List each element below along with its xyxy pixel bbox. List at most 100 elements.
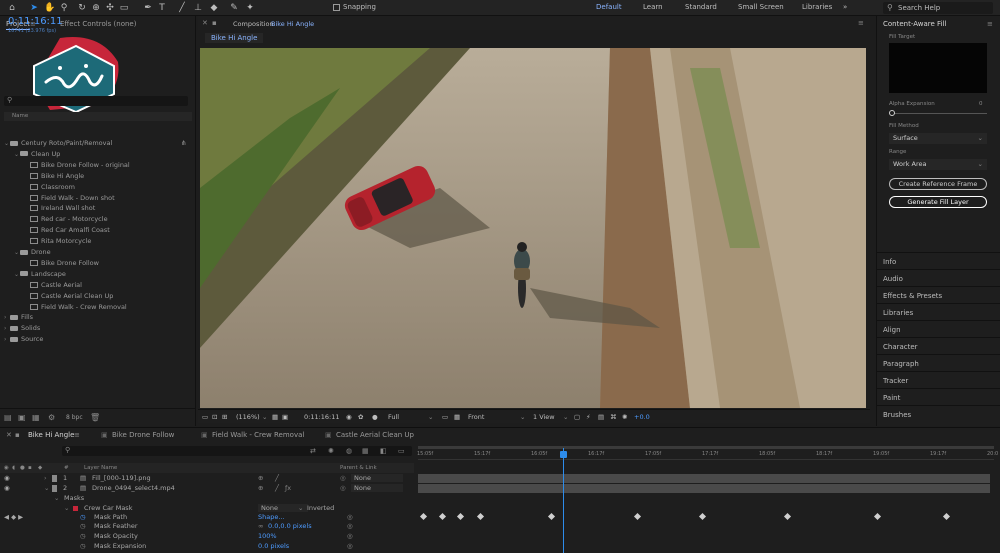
- expression-icon[interactable]: ◎: [347, 521, 353, 531]
- timeline-search-input[interactable]: ⚲: [62, 446, 412, 456]
- expand-triangle-icon[interactable]: ›: [44, 473, 47, 483]
- generate-fill-layer-button[interactable]: Generate Fill Layer: [889, 196, 987, 208]
- workspace-standard[interactable]: Standard: [685, 3, 717, 11]
- mask-expansion-row[interactable]: ◷ Mask Expansion 0.0 pixels ◎: [0, 541, 414, 551]
- transparency-icon[interactable]: ▣: [282, 413, 288, 421]
- create-reference-frame-button[interactable]: Create Reference Frame: [889, 178, 987, 190]
- rotate-tool-icon[interactable]: ↻: [76, 2, 88, 14]
- panel-paint[interactable]: Paint: [883, 394, 900, 402]
- draft-3d-icon[interactable]: ✺: [328, 447, 334, 455]
- frame-blending-icon[interactable]: ▦: [362, 447, 369, 455]
- zoom-dropdown[interactable]: (116%): [236, 413, 260, 421]
- parent-link-header[interactable]: Parent & Link: [340, 463, 377, 473]
- panel-character[interactable]: Character: [883, 343, 918, 351]
- label-color-swatch[interactable]: [52, 485, 57, 492]
- always-preview-icon[interactable]: ▭: [202, 413, 208, 421]
- snapshot-icon[interactable]: ◉: [346, 413, 352, 421]
- hand-tool-icon[interactable]: ✋: [44, 2, 56, 14]
- project-folder-item[interactable]: ⌄ Clean Up: [14, 149, 60, 159]
- motion-blur-icon[interactable]: ◍: [346, 447, 352, 455]
- chevron-down-icon[interactable]: ⌄: [563, 413, 568, 421]
- masks-group-row[interactable]: ⌄ Masks: [0, 493, 414, 503]
- mask-opacity-row[interactable]: ◷ Mask Opacity 100% ◎: [0, 531, 414, 541]
- close-icon[interactable]: ✕: [6, 431, 12, 439]
- prop-value[interactable]: 0.0 pixels: [258, 541, 289, 551]
- new-comp-icon[interactable]: ▦: [32, 413, 40, 422]
- project-comp-item[interactable]: Classroom: [24, 182, 75, 192]
- playhead-line[interactable]: [563, 448, 564, 553]
- clone-stamp-tool-icon[interactable]: ⊥: [192, 2, 204, 14]
- camera-tool-icon[interactable]: ⊕: [90, 2, 102, 14]
- project-search-input[interactable]: ⚲: [4, 96, 188, 106]
- project-folder-item[interactable]: ⌄ Century Roto/Paint/Removal: [4, 138, 112, 148]
- pen-tool-icon[interactable]: ✒: [142, 2, 154, 14]
- resolution-grid-icon[interactable]: ▦: [272, 413, 278, 421]
- project-folder-item[interactable]: › Fills: [4, 312, 33, 322]
- close-icon[interactable]: ✕: [202, 19, 208, 27]
- layer-row[interactable]: ◉ › 1 ▤ Fill_[000-119].png ⊕ ╱ ◎ None: [0, 473, 414, 483]
- panel-menu-icon[interactable]: ≡: [74, 431, 80, 439]
- panel-paragraph[interactable]: Paragraph: [883, 360, 919, 368]
- visibility-icon[interactable]: ◉: [4, 483, 10, 493]
- comp-flowchart-icon[interactable]: ⇄: [310, 447, 316, 455]
- timeline-icon[interactable]: ▤: [598, 413, 604, 421]
- exposure-icon[interactable]: ✺: [622, 413, 627, 421]
- mask-feather-row[interactable]: ◷ Mask Feather ∞ 0.0,0.0 pixels ◎: [0, 521, 414, 531]
- grid-icon[interactable]: ⊞: [222, 413, 227, 421]
- brush-tool-icon[interactable]: ╱: [176, 2, 188, 14]
- eraser-tool-icon[interactable]: ◆: [208, 2, 220, 14]
- region-icon[interactable]: ⊡: [212, 413, 217, 421]
- expression-icon[interactable]: ◎: [347, 531, 353, 541]
- layer-row[interactable]: ◉ ⌄ 2 ▤ Drone_0494_select4.mp4 ⊕ ╱ ƒx ◎ …: [0, 483, 414, 493]
- timeline-timecode[interactable]: 0:11:16:11: [8, 16, 63, 27]
- work-area-bar[interactable]: [418, 446, 994, 449]
- layer-2-duration-bar[interactable]: [418, 484, 990, 493]
- composition-subtab[interactable]: Bike Hi Angle: [205, 33, 264, 43]
- alpha-expansion-slider-handle[interactable]: [889, 110, 895, 116]
- views-dropdown[interactable]: 1 View: [533, 413, 555, 421]
- layer-name-header[interactable]: Layer Name: [84, 463, 117, 473]
- range-select[interactable]: Work Area ⌄: [889, 159, 987, 170]
- project-comp-item[interactable]: Castle Aerial Clean Up: [24, 291, 113, 301]
- panel-menu-icon[interactable]: ≡: [858, 19, 864, 27]
- snapping-checkbox[interactable]: [333, 4, 340, 11]
- chevron-down-icon[interactable]: ⌄: [428, 413, 433, 421]
- playhead-handle[interactable]: [560, 451, 567, 458]
- viewer-timecode[interactable]: 0:11:16:11: [304, 413, 340, 421]
- panel-effects-presets[interactable]: Effects & Presets: [883, 292, 942, 300]
- project-comp-item[interactable]: Red car - Motorcycle: [24, 214, 108, 224]
- exposure-value[interactable]: +0.0: [634, 413, 650, 421]
- region-of-interest-icon[interactable]: ▭: [442, 413, 448, 421]
- quality-switch-icon[interactable]: ╱: [275, 473, 279, 483]
- trash-icon[interactable]: 🗑: [90, 413, 100, 422]
- show-snapshot-icon[interactable]: ✿: [358, 413, 363, 421]
- visibility-icon[interactable]: ◉: [4, 473, 10, 483]
- workspace-small-screen[interactable]: Small Screen: [738, 3, 784, 11]
- lock-icon[interactable]: ▪: [212, 19, 217, 27]
- composition-viewer[interactable]: [200, 48, 866, 408]
- effects-switch-icon[interactable]: ƒx: [285, 483, 291, 493]
- workspace-overflow-icon[interactable]: »: [843, 3, 847, 11]
- search-help-field[interactable]: ⚲ Search Help: [883, 2, 993, 14]
- link-icon[interactable]: ∞: [258, 521, 263, 531]
- project-comp-item[interactable]: Bike Drone Follow: [24, 258, 99, 268]
- layer-1-duration-bar[interactable]: [418, 474, 990, 483]
- panel-align[interactable]: Align: [883, 326, 901, 334]
- project-comp-item[interactable]: Ireland Wall shot: [24, 203, 95, 213]
- composition-name[interactable]: Bike Hi Angle: [271, 20, 314, 28]
- tab-bike-hi-angle[interactable]: Bike Hi Angle: [28, 431, 74, 439]
- alpha-expansion-value[interactable]: 0: [979, 101, 983, 107]
- panel-brushes[interactable]: Brushes: [883, 411, 911, 419]
- chevron-down-icon[interactable]: ⌄: [520, 413, 525, 421]
- type-tool-icon[interactable]: T: [156, 2, 168, 14]
- project-comp-item[interactable]: Red Car Amalfi Coast: [24, 225, 110, 235]
- layer-name[interactable]: Drone_0494_select4.mp4: [92, 483, 175, 493]
- alpha-expansion-slider-track[interactable]: [891, 113, 987, 114]
- pan-behind-tool-icon[interactable]: ✣: [104, 2, 116, 14]
- fill-method-select[interactable]: Surface ⌄: [889, 133, 987, 144]
- quality-switch-icon[interactable]: ╱: [275, 483, 279, 493]
- collapse-triangle-icon[interactable]: ⌄: [44, 483, 49, 493]
- label-color-swatch[interactable]: [52, 475, 57, 482]
- tab-effect-controls[interactable]: Effect Controls (none): [60, 20, 136, 28]
- project-folder-item[interactable]: ⌄ Landscape: [14, 269, 66, 279]
